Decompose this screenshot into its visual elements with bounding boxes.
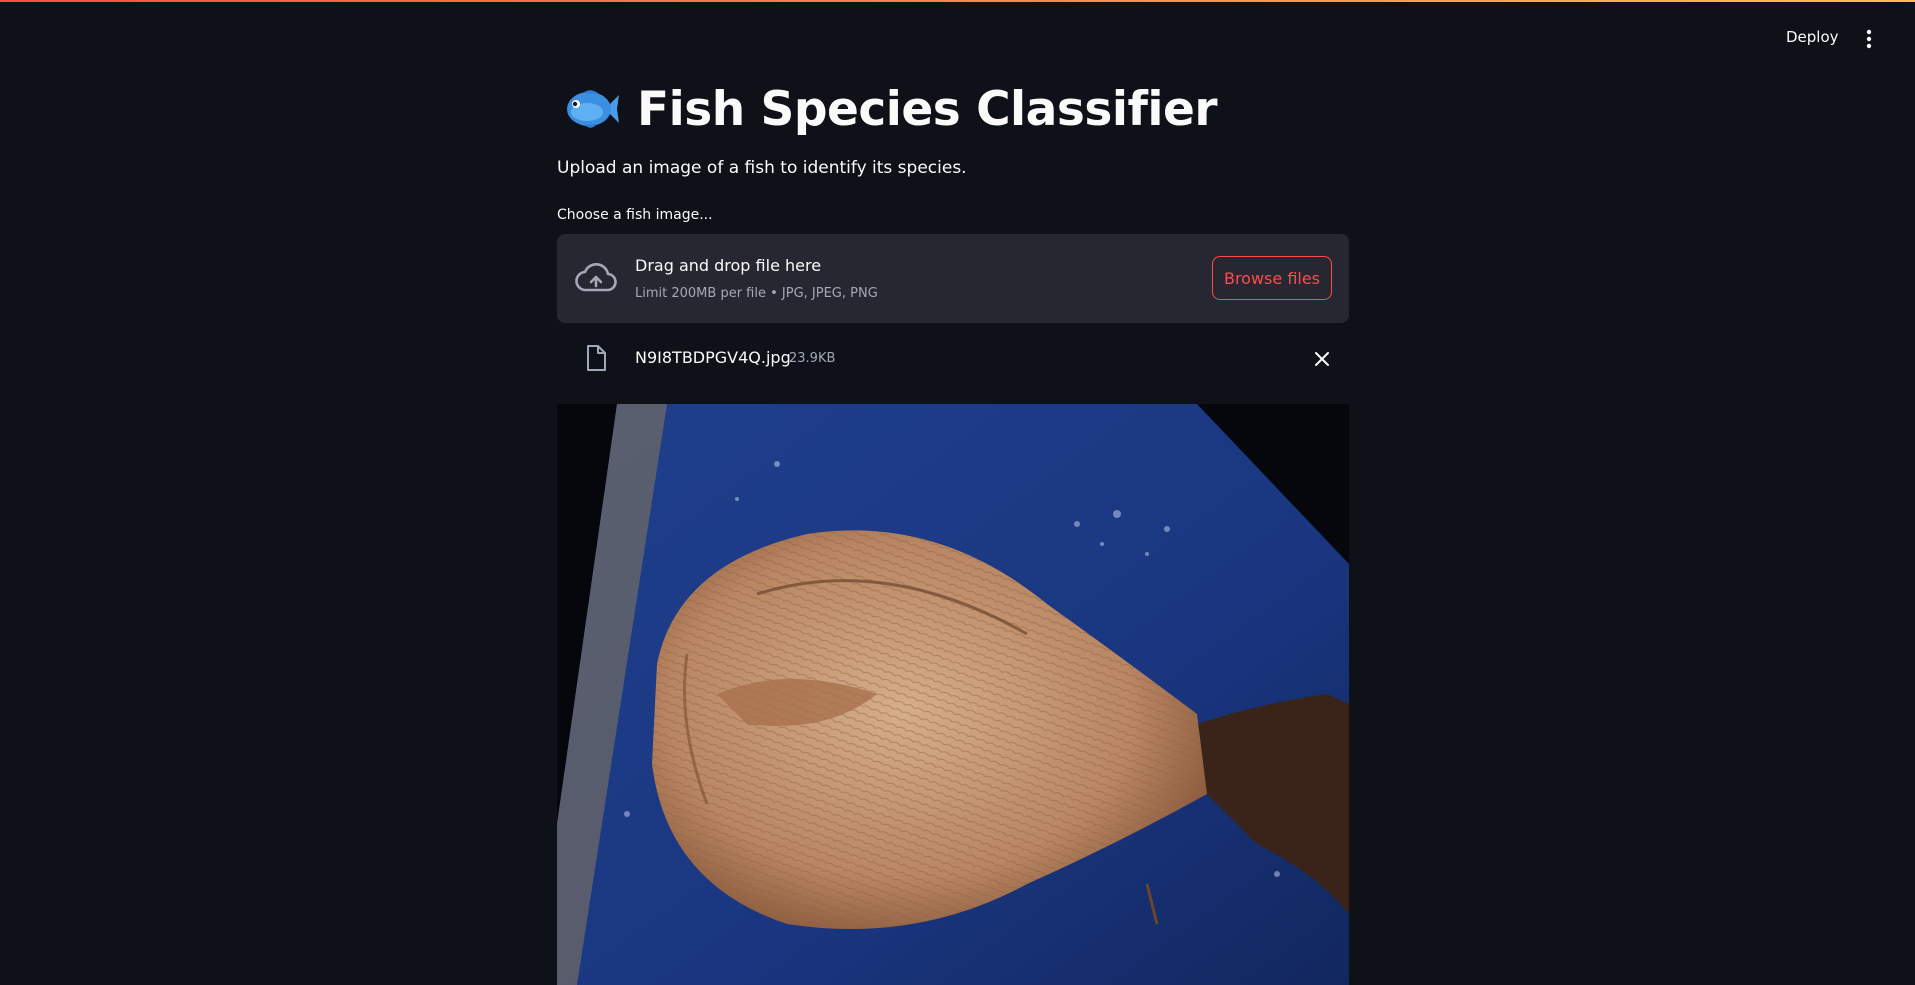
file-icon (585, 344, 607, 372)
cloud-upload-icon (575, 262, 617, 294)
file-dropzone[interactable]: Drag and drop file here Limit 200MB per … (557, 234, 1349, 323)
page-subtitle: Upload an image of a fish to identify it… (557, 158, 967, 178)
dropzone-title: Drag and drop file here (635, 256, 822, 275)
remove-file-button[interactable] (1311, 348, 1333, 370)
uploaded-file-size: 23.9KB (789, 351, 836, 366)
app-root: Deploy Fish Species Classifier Upload an… (0, 0, 1915, 985)
uploader-label: Choose a fish image... (557, 207, 713, 223)
browse-files-button[interactable]: Browse files (1212, 256, 1332, 300)
page-title: Fish Species Classifier (637, 81, 1218, 137)
main-menu-button[interactable] (1860, 26, 1878, 52)
uploaded-file-name: N9I8TBDPGV4Q.jpg (635, 348, 791, 367)
uploaded-file-row: N9I8TBDPGV4Q.jpg 23.9KB (557, 338, 1349, 380)
fish-icon (565, 83, 625, 135)
dropzone-limit-text: Limit 200MB per file • JPG, JPEG, PNG (635, 286, 878, 301)
top-decoration-bar (0, 0, 1915, 2)
uploaded-fish-image (557, 404, 1349, 985)
title-row: Fish Species Classifier (565, 78, 1218, 140)
close-icon (1315, 352, 1329, 366)
vertical-ellipsis-icon (1866, 29, 1872, 49)
deploy-button[interactable]: Deploy (1776, 24, 1849, 50)
